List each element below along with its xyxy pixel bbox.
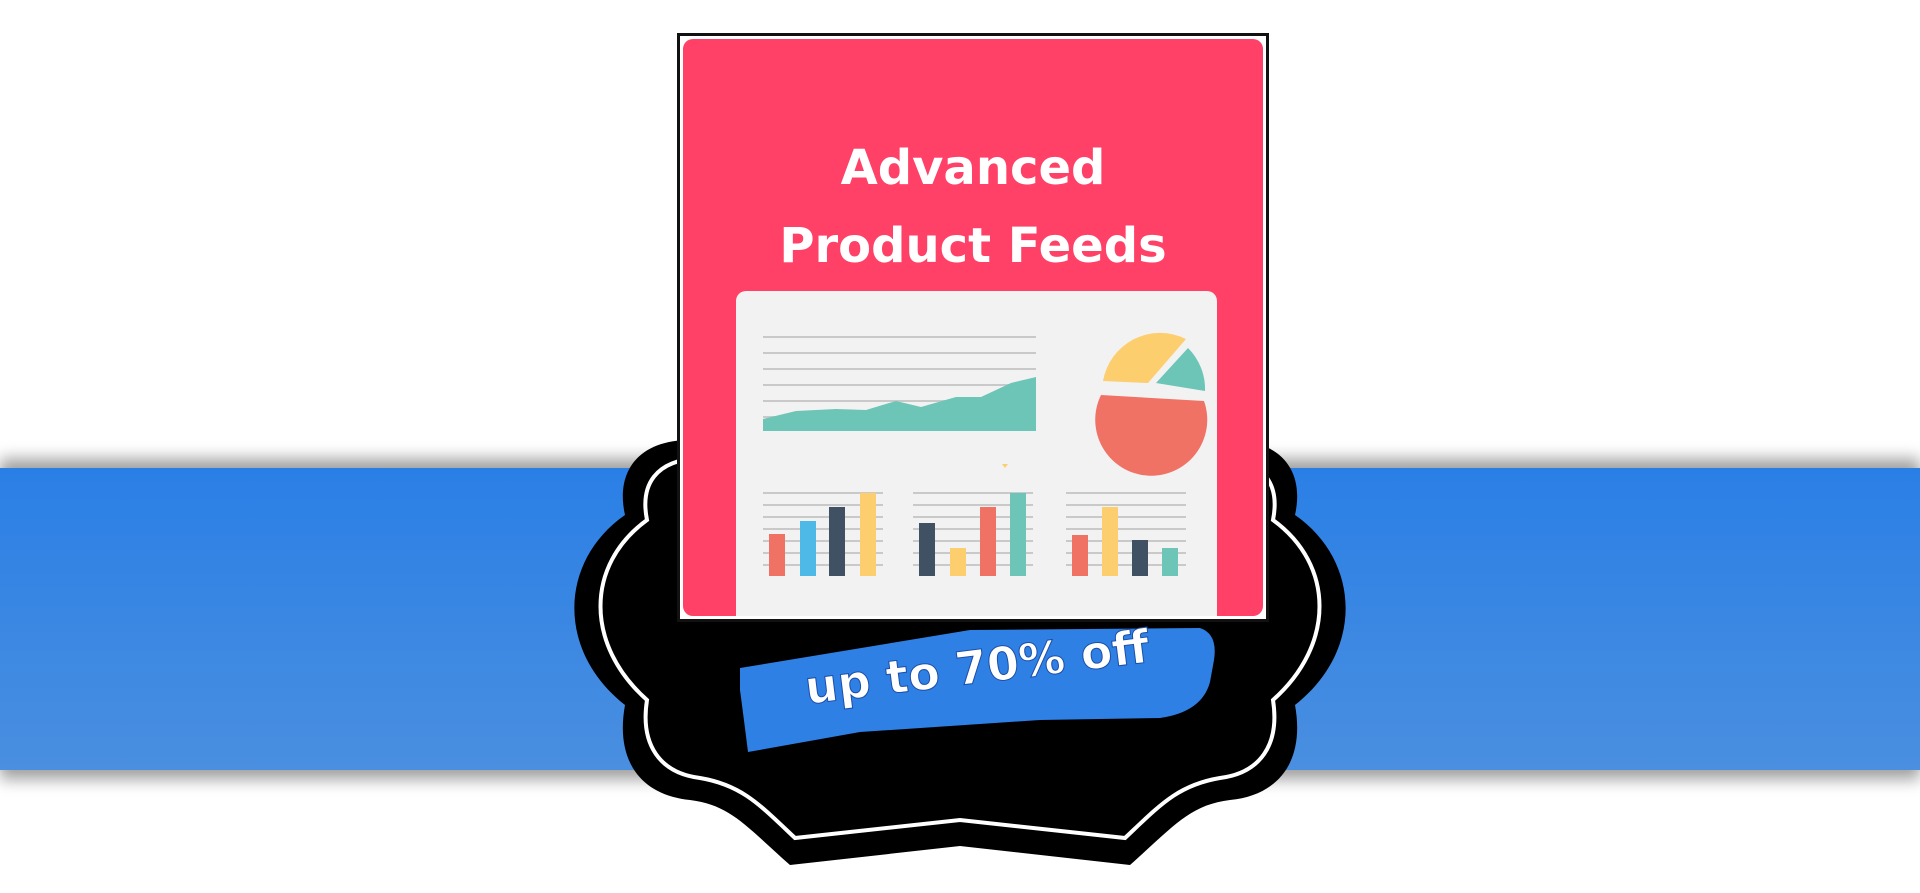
promo-banner: up to 70% off Advanced Product Feeds xyxy=(0,0,1920,893)
chart-marker xyxy=(1002,464,1008,468)
product-title-line2: Product Feeds xyxy=(779,218,1167,274)
product-card: Advanced Product Feeds xyxy=(677,33,1269,622)
bar-chart-1 xyxy=(763,492,883,576)
analytics-graphic xyxy=(763,332,1208,576)
product-title-line1: Advanced xyxy=(840,140,1106,196)
product-card-body: Advanced Product Feeds xyxy=(683,39,1263,616)
bar-chart-2 xyxy=(913,492,1033,576)
product-title: Advanced Product Feeds xyxy=(683,129,1263,285)
bar-chart-3 xyxy=(1066,492,1186,576)
dashboard-illustration xyxy=(736,291,1217,616)
pie-chart xyxy=(1095,332,1208,476)
